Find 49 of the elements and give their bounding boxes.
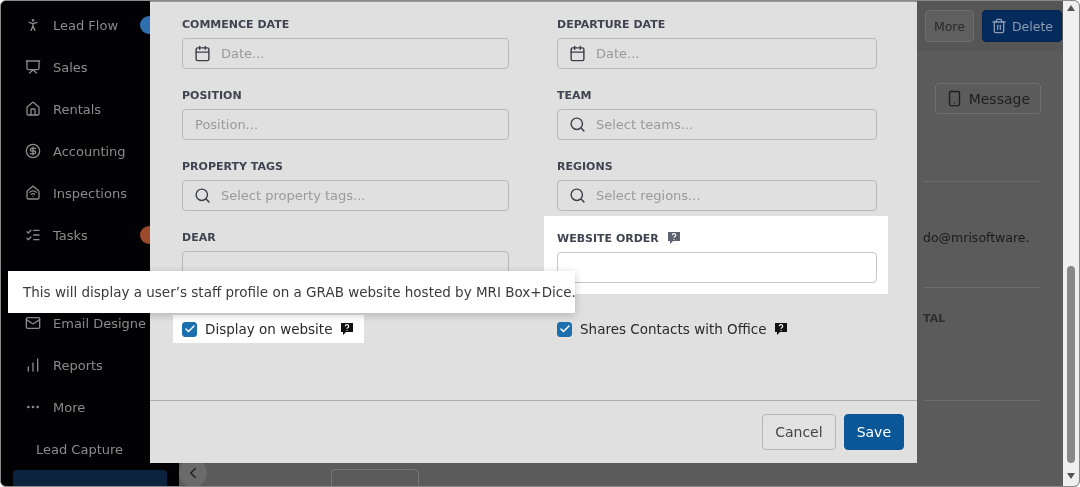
house-icon xyxy=(25,101,41,117)
search-icon xyxy=(569,187,586,204)
input-field[interactable]: Select regions... xyxy=(557,180,877,211)
calendar-icon xyxy=(569,45,586,62)
sidebar-item[interactable]: Reports xyxy=(1,344,179,386)
cancel-button[interactable]: Cancel xyxy=(762,414,836,450)
field-label: COMMENCE DATE xyxy=(182,18,290,31)
field-label: DEPARTURE DATE xyxy=(557,18,666,31)
board-icon xyxy=(25,59,41,75)
help-icon[interactable] xyxy=(340,322,355,336)
field-label: WEBSITE ORDER xyxy=(557,231,659,245)
sidebar-item[interactable]: More xyxy=(1,386,179,428)
tooltip: This will display a user’s staff profile on a GRAB website hosted by MRI Box+Dice. xyxy=(8,271,575,313)
input-field[interactable]: Position... xyxy=(182,109,509,140)
mail-icon xyxy=(25,315,41,331)
trash-icon xyxy=(990,18,1007,34)
field-label: PROPERTY TAGS xyxy=(182,160,283,173)
delete-button[interactable]: Delete xyxy=(981,10,1062,42)
search-icon xyxy=(569,116,586,133)
input-field[interactable]: Select property tags... xyxy=(182,180,509,211)
check-icon xyxy=(558,323,571,335)
checklist-icon xyxy=(25,227,41,243)
house-icon xyxy=(25,185,41,201)
input-field[interactable]: Date... xyxy=(557,38,877,69)
sidebar-item[interactable]: Inspections xyxy=(1,172,179,214)
sidebar-item[interactable]: Accounting xyxy=(1,130,179,172)
save-button[interactable]: Save xyxy=(843,414,904,450)
email-text: do@mrisoftware. xyxy=(923,230,1031,245)
checkbox[interactable] xyxy=(557,321,572,337)
checkbox[interactable] xyxy=(182,321,197,337)
field-label: POSITION xyxy=(182,89,242,102)
calendar-icon xyxy=(194,45,211,62)
sidebar-item[interactable]: Rentals xyxy=(1,88,179,130)
person-icon xyxy=(25,17,41,33)
help-icon[interactable] xyxy=(774,322,789,336)
checkbox-label: Display on website xyxy=(205,321,333,337)
bar-chart-icon xyxy=(25,357,41,373)
field-label: REGIONS xyxy=(557,160,613,173)
checkbox-label: Shares Contacts with Office xyxy=(580,321,767,337)
field-label: DEAR xyxy=(182,231,216,244)
input-field[interactable] xyxy=(557,252,877,283)
search-icon xyxy=(194,187,211,204)
field-label: TEAM xyxy=(557,89,592,102)
dollar-icon xyxy=(25,143,41,159)
check-icon xyxy=(183,323,196,335)
input-field[interactable]: Date... xyxy=(182,38,509,69)
sidebar-item[interactable]: Sales xyxy=(1,46,179,88)
scrollbar[interactable] xyxy=(1063,1,1079,486)
input-field[interactable]: Select teams... xyxy=(557,109,877,140)
